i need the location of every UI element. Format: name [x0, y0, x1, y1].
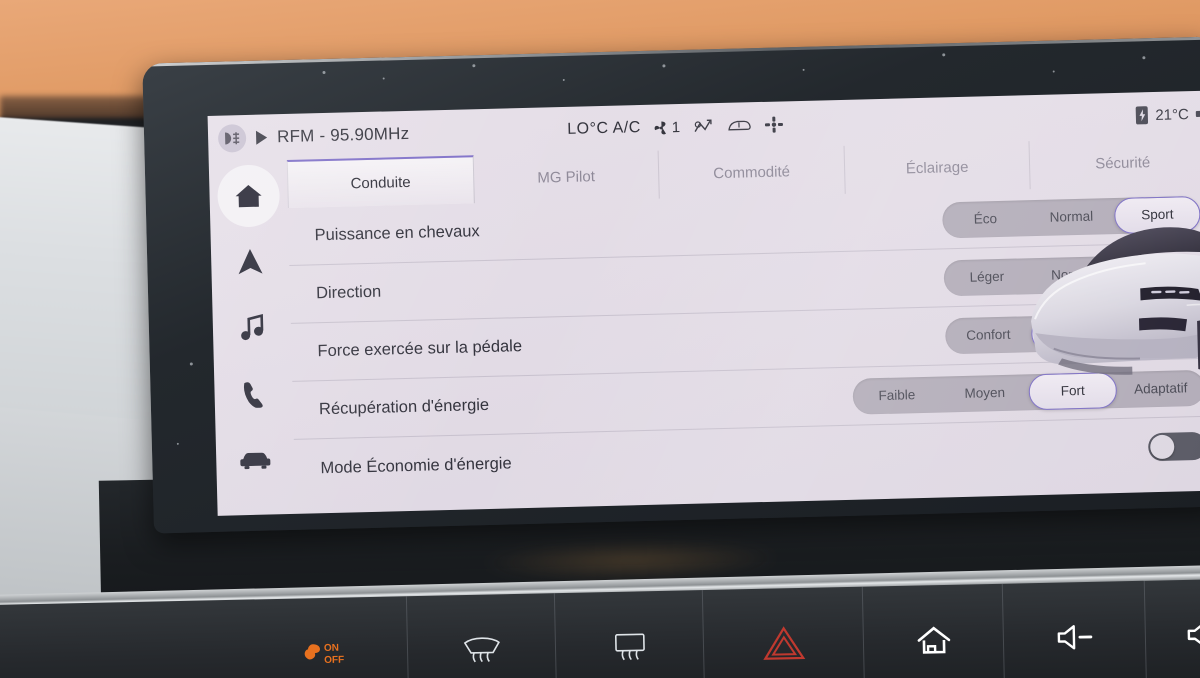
ui-body: Conduite MG Pilot Commodité Éclairage Sé…	[209, 137, 1200, 516]
sidebar-item-home[interactable]	[209, 162, 289, 230]
segment-option-sport[interactable]: Sport	[1117, 311, 1200, 349]
volume-down-icon	[1057, 625, 1092, 650]
home-icon	[235, 184, 262, 208]
infotainment-screen-panel: RFM - 95.90MHz LO°C A/C 1 21°C Conduite …	[142, 36, 1200, 534]
fan-icon	[654, 121, 666, 134]
tab-label: Conduite	[350, 173, 411, 192]
svg-text:OFF: OFF	[324, 655, 344, 666]
power-segmented-control[interactable]: Éco Normal Sport	[941, 195, 1200, 238]
climate-on-off-button[interactable]: ON OFF	[246, 596, 410, 678]
signal-icon	[1195, 110, 1200, 117]
segment-option-moyen[interactable]: Moyen	[940, 374, 1029, 412]
rear-defrost-icon	[614, 633, 645, 661]
pedal-segmented-control[interactable]: Confort Normal Sport	[944, 311, 1200, 354]
play-icon[interactable]	[255, 130, 268, 145]
music-note-icon	[241, 314, 264, 341]
fan-status[interactable]: 1	[653, 118, 681, 137]
segment-option-eco[interactable]: Éco	[942, 200, 1029, 238]
settings-content: Conduite MG Pilot Commodité Éclairage Sé…	[286, 137, 1200, 514]
home-button[interactable]	[862, 583, 1006, 678]
front-defrost-icon	[463, 637, 500, 663]
setting-label: Puissance en chevaux	[314, 222, 480, 245]
airflow-direction-icon[interactable]	[764, 115, 784, 134]
segment-option-normal[interactable]: Normal	[1028, 198, 1115, 236]
sidebar-item-vehicle[interactable]	[215, 426, 295, 494]
eco-mode-toggle[interactable]	[1147, 431, 1200, 462]
phone-icon	[243, 382, 263, 409]
settings-rows: Puissance en chevaux Éco Normal Sport Di…	[287, 184, 1200, 513]
tab-eclairage[interactable]: Éclairage	[844, 141, 1032, 194]
front-defrost-button[interactable]	[406, 593, 558, 678]
tab-commodite[interactable]: Commodité	[658, 145, 846, 199]
toggle-knob	[1149, 434, 1175, 460]
sidebar	[209, 160, 296, 516]
setting-label: Récupération d'énergie	[318, 395, 490, 419]
climate-status-group: LO°C A/C 1	[567, 115, 784, 138]
segment-option-leger[interactable]: Léger	[943, 258, 1030, 296]
outside-temperature-label: 21°C	[1155, 105, 1190, 124]
volume-down-button[interactable]	[1002, 580, 1148, 678]
segment-option-confort[interactable]: Confort	[945, 316, 1032, 354]
segment-option-fort[interactable]: Fort	[1115, 253, 1200, 292]
tab-conduite[interactable]: Conduite	[286, 155, 475, 208]
car-icon	[240, 452, 271, 470]
volume-up-icon	[1187, 622, 1200, 647]
air-recirculation-icon[interactable]	[692, 117, 714, 136]
tab-label: Commodité	[713, 162, 791, 182]
tab-label: MG Pilot	[537, 167, 596, 187]
fan-on-off-icon: ON OFF	[304, 643, 344, 666]
tab-securite[interactable]: Sécurité	[1030, 137, 1200, 190]
segment-option-sport[interactable]: Sport	[1113, 195, 1200, 234]
segment-option-faible[interactable]: Faible	[852, 376, 941, 414]
battery-charging-icon	[1136, 106, 1149, 125]
hazard-lights-button[interactable]	[702, 586, 866, 678]
tab-label: Éclairage	[905, 158, 969, 177]
setting-label: Mode Économie d'énergie	[320, 453, 512, 477]
windshield-airflow-icon[interactable]	[726, 117, 752, 134]
navigation-arrow-icon	[238, 248, 263, 275]
setting-label: Direction	[315, 282, 382, 303]
home-outline-icon	[917, 626, 950, 654]
segment-option-normal[interactable]: Normal	[1030, 313, 1118, 352]
tab-mg-pilot[interactable]: MG Pilot	[473, 150, 660, 204]
infotainment-ui: RFM - 95.90MHz LO°C A/C 1 21°C Conduite …	[207, 90, 1200, 516]
segment-option-adaptatif[interactable]: Adaptatif	[1116, 369, 1200, 407]
system-status-group: 21°C	[1136, 105, 1200, 125]
volume-up-button[interactable]	[1145, 578, 1200, 678]
segment-option-fort[interactable]: Fort	[1028, 371, 1118, 410]
sidebar-item-media[interactable]	[212, 294, 292, 362]
fan-level-label: 1	[671, 118, 681, 136]
setting-label: Force exercée sur la pédale	[317, 337, 523, 361]
radio-station-label: RFM - 95.90MHz	[276, 123, 410, 147]
sidebar-item-navigation[interactable]	[210, 228, 290, 296]
hazard-triangle-icon	[762, 626, 805, 660]
sidebar-item-phone[interactable]	[214, 360, 294, 428]
regen-segmented-control[interactable]: Faible Moyen Fort Adaptatif	[852, 369, 1200, 415]
radio-headlight-icon[interactable]	[217, 124, 247, 153]
segment-option-normal[interactable]: Normal	[1029, 256, 1116, 294]
rear-defrost-button[interactable]	[554, 590, 706, 678]
climate-temperature-label[interactable]: LO°C A/C	[567, 119, 641, 139]
photo-scene: ON OFF RFM - 95.90MHz LO°C A/C 1 21°C Co…	[0, 0, 1200, 678]
tab-label: Sécurité	[1094, 153, 1151, 173]
svg-text:ON: ON	[323, 643, 338, 654]
steering-segmented-control[interactable]: Léger Normal Fort	[943, 253, 1200, 296]
